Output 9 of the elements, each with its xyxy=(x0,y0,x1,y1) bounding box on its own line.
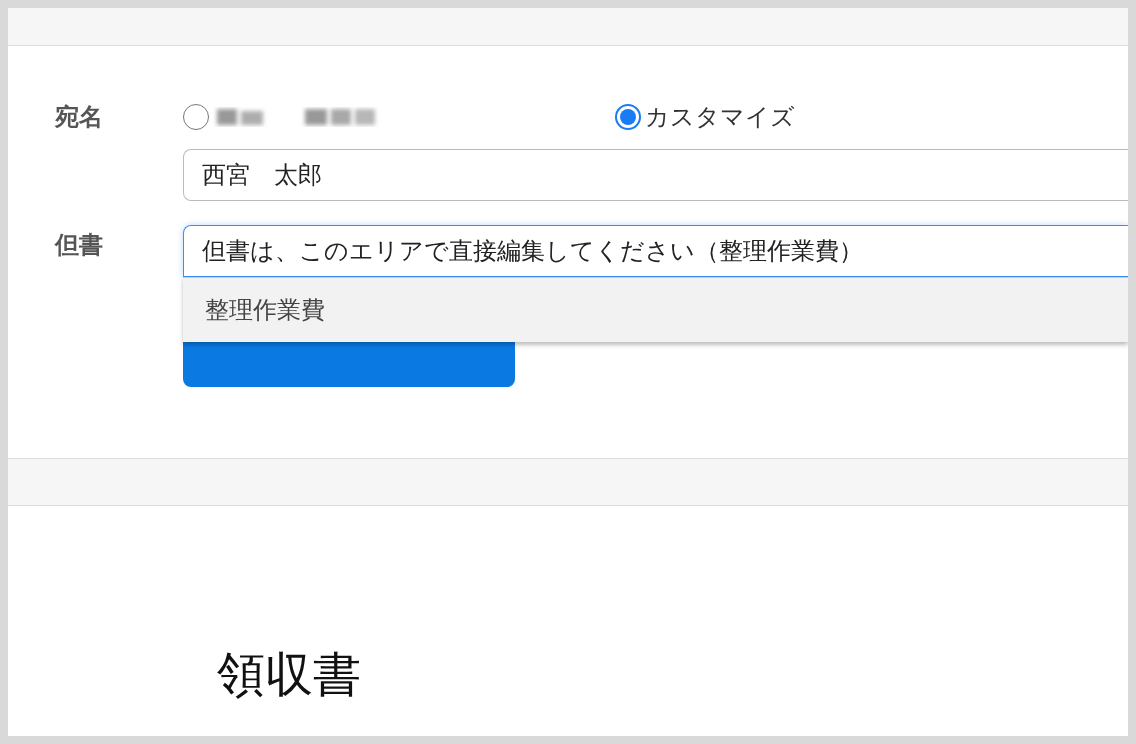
proviso-input[interactable]: 但書は、このエリアで直接編集してください（整理作業費） xyxy=(183,225,1128,277)
suggestion-item[interactable]: 整理作業費 xyxy=(183,278,1128,342)
radio-button[interactable] xyxy=(615,104,641,130)
receipt-title: 領収書 xyxy=(217,646,361,702)
field-label: 宛名 xyxy=(55,102,104,133)
radio-label: カスタマイズ xyxy=(645,102,795,133)
field-label: 但書 xyxy=(55,230,104,261)
name-input[interactable]: 西宮 太郎 xyxy=(183,149,1128,201)
radio-button[interactable] xyxy=(183,104,209,130)
